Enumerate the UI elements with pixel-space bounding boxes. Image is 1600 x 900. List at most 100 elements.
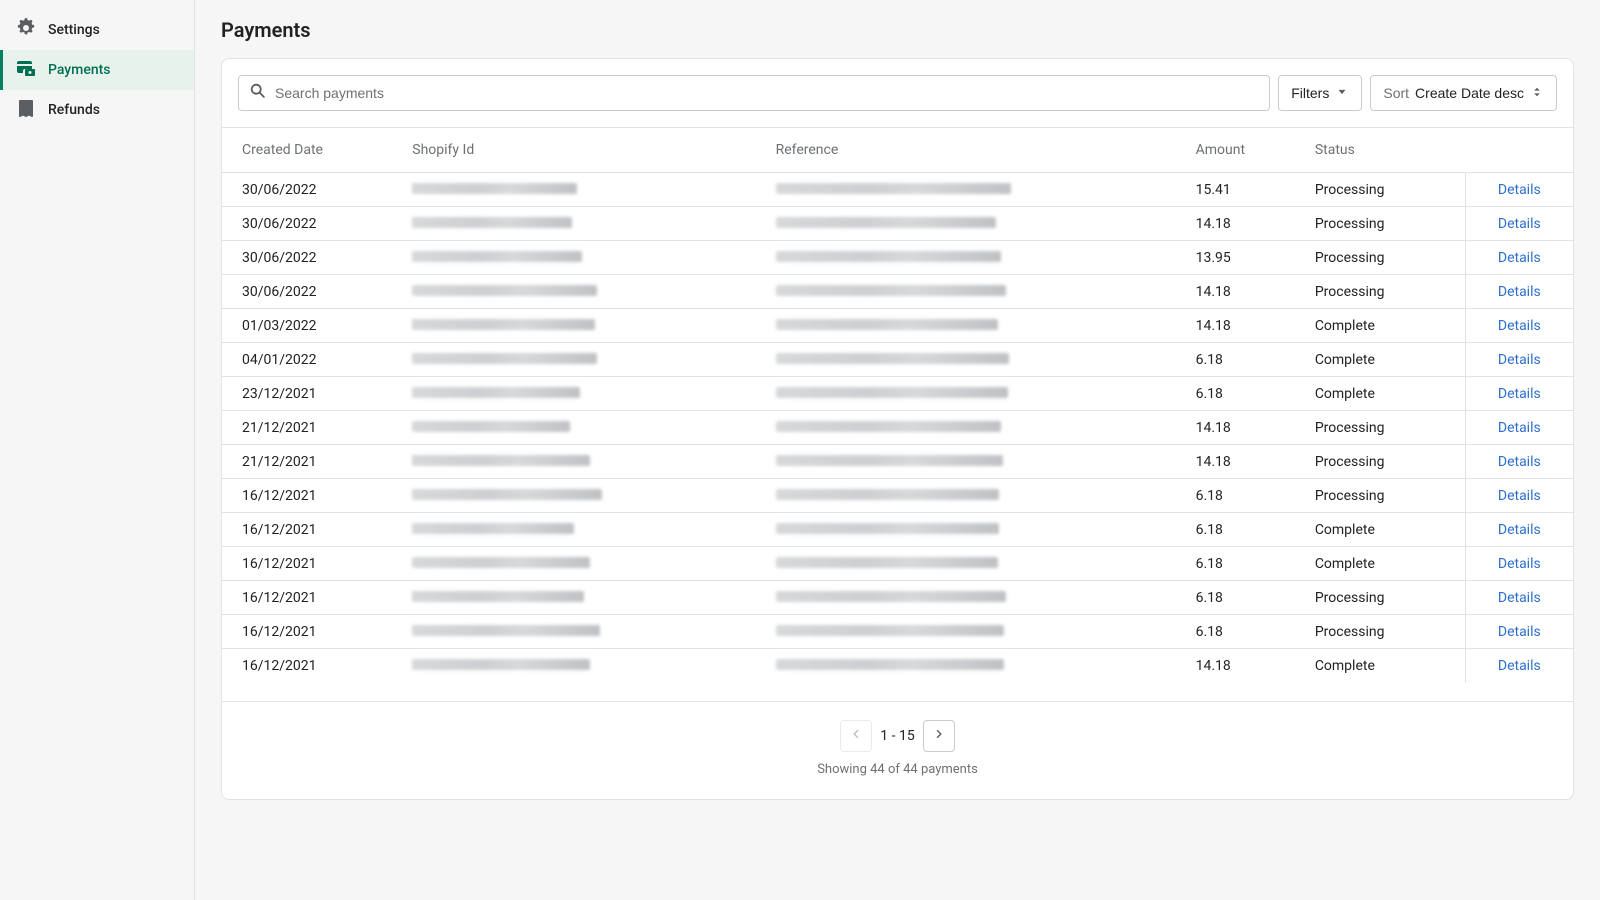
- sort-prefix: Sort: [1383, 85, 1409, 101]
- cell-shopify: [392, 445, 755, 479]
- cell-amount: 14.18: [1176, 275, 1295, 309]
- header-created: Created Date: [222, 128, 392, 173]
- cell-status: Complete: [1295, 649, 1465, 683]
- cell-status: Complete: [1295, 377, 1465, 411]
- cell-status: Processing: [1295, 615, 1465, 649]
- cell-reference: [756, 513, 1176, 547]
- table-row: 23/12/20216.18CompleteDetails: [222, 377, 1573, 411]
- table-row: 30/06/202213.95ProcessingDetails: [222, 241, 1573, 275]
- cell-shopify: [392, 343, 755, 377]
- cell-amount: 14.18: [1176, 411, 1295, 445]
- cell-amount: 14.18: [1176, 649, 1295, 683]
- cell-created: 01/03/2022: [222, 309, 392, 343]
- details-link[interactable]: Details: [1498, 318, 1541, 334]
- cell-created: 16/12/2021: [222, 581, 392, 615]
- cell-status: Processing: [1295, 479, 1465, 513]
- cell-status: Processing: [1295, 411, 1465, 445]
- table-row: 16/12/202114.18CompleteDetails: [222, 649, 1573, 683]
- cell-details: Details: [1465, 343, 1573, 377]
- cell-details: Details: [1465, 615, 1573, 649]
- cell-reference: [756, 343, 1176, 377]
- search-input[interactable]: [275, 85, 1259, 101]
- details-link[interactable]: Details: [1498, 454, 1541, 470]
- cell-created: 21/12/2021: [222, 411, 392, 445]
- cell-amount: 15.41: [1176, 173, 1295, 207]
- cell-reference: [756, 445, 1176, 479]
- cell-shopify: [392, 479, 755, 513]
- search-field[interactable]: [238, 75, 1270, 111]
- details-link[interactable]: Details: [1498, 386, 1541, 402]
- cell-created: 21/12/2021: [222, 445, 392, 479]
- cell-amount: 6.18: [1176, 343, 1295, 377]
- header-reference: Reference: [756, 128, 1176, 173]
- cell-reference: [756, 173, 1176, 207]
- cell-shopify: [392, 173, 755, 207]
- header-details: [1465, 128, 1573, 173]
- table-row: 16/12/20216.18CompleteDetails: [222, 513, 1573, 547]
- cell-reference: [756, 275, 1176, 309]
- details-link[interactable]: Details: [1498, 284, 1541, 300]
- cell-shopify: [392, 309, 755, 343]
- details-link[interactable]: Details: [1498, 624, 1541, 640]
- sidebar-item-refunds[interactable]: Refunds: [0, 90, 194, 130]
- refunds-icon: [16, 98, 36, 122]
- filters-label: Filters: [1291, 85, 1329, 101]
- cell-created: 30/06/2022: [222, 241, 392, 275]
- details-link[interactable]: Details: [1498, 182, 1541, 198]
- showing-text: Showing 44 of 44 payments: [817, 762, 978, 777]
- next-page-button[interactable]: [923, 720, 955, 752]
- sidebar-item-label: Refunds: [48, 102, 100, 118]
- table-row: 16/12/20216.18CompleteDetails: [222, 547, 1573, 581]
- details-link[interactable]: Details: [1498, 590, 1541, 606]
- cell-details: Details: [1465, 445, 1573, 479]
- cell-reference: [756, 479, 1176, 513]
- cell-details: Details: [1465, 173, 1573, 207]
- cell-reference: [756, 207, 1176, 241]
- cell-shopify: [392, 241, 755, 275]
- pagination: 1 - 15 Showing 44 of 44 payments: [222, 701, 1573, 799]
- details-link[interactable]: Details: [1498, 216, 1541, 232]
- details-link[interactable]: Details: [1498, 352, 1541, 368]
- cell-amount: 13.95: [1176, 241, 1295, 275]
- details-link[interactable]: Details: [1498, 250, 1541, 266]
- cell-details: Details: [1465, 275, 1573, 309]
- cell-created: 30/06/2022: [222, 207, 392, 241]
- sidebar-item-payments[interactable]: Payments: [0, 50, 194, 90]
- details-link[interactable]: Details: [1498, 420, 1541, 436]
- table-row: 30/06/202215.41ProcessingDetails: [222, 173, 1573, 207]
- cell-created: 30/06/2022: [222, 173, 392, 207]
- cell-reference: [756, 411, 1176, 445]
- details-link[interactable]: Details: [1498, 522, 1541, 538]
- sidebar: Settings Payments Refunds: [0, 0, 195, 900]
- cell-shopify: [392, 275, 755, 309]
- sort-button[interactable]: Sort Create Date desc: [1370, 75, 1557, 111]
- header-shopify: Shopify Id: [392, 128, 755, 173]
- sidebar-item-label: Payments: [48, 62, 111, 78]
- table-row: 16/12/20216.18ProcessingDetails: [222, 479, 1573, 513]
- cell-created: 16/12/2021: [222, 479, 392, 513]
- details-link[interactable]: Details: [1498, 658, 1541, 674]
- cell-reference: [756, 547, 1176, 581]
- payments-table: Created Date Shopify Id Reference Amount…: [222, 128, 1573, 683]
- search-icon: [249, 82, 267, 104]
- cell-amount: 6.18: [1176, 615, 1295, 649]
- cell-reference: [756, 581, 1176, 615]
- filters-button[interactable]: Filters: [1278, 75, 1362, 111]
- table-row: 16/12/20216.18ProcessingDetails: [222, 615, 1573, 649]
- cell-created: 30/06/2022: [222, 275, 392, 309]
- sidebar-item-settings[interactable]: Settings: [0, 10, 194, 50]
- sort-value: Create Date desc: [1415, 85, 1524, 101]
- page-range: 1 - 15: [880, 728, 914, 744]
- table-row: 04/01/20226.18CompleteDetails: [222, 343, 1573, 377]
- header-status: Status: [1295, 128, 1465, 173]
- details-link[interactable]: Details: [1498, 488, 1541, 504]
- prev-page-button[interactable]: [840, 720, 872, 752]
- cell-reference: [756, 377, 1176, 411]
- chevron-right-icon: [932, 727, 946, 744]
- cell-reference: [756, 615, 1176, 649]
- details-link[interactable]: Details: [1498, 556, 1541, 572]
- cell-amount: 6.18: [1176, 581, 1295, 615]
- cell-amount: 14.18: [1176, 445, 1295, 479]
- cell-created: 04/01/2022: [222, 343, 392, 377]
- table-row: 16/12/20216.18ProcessingDetails: [222, 581, 1573, 615]
